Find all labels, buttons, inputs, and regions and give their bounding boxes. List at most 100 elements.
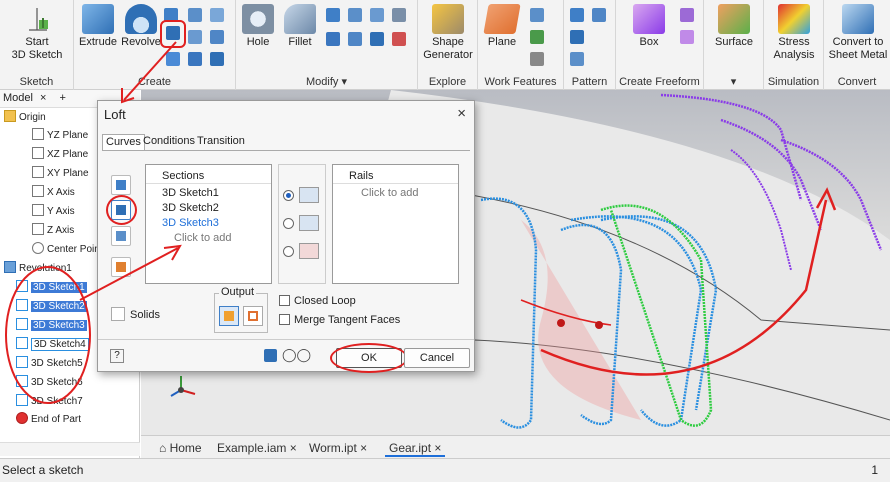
selection-type-point-button[interactable]: [111, 257, 131, 277]
solids-selector-icon[interactable]: [111, 307, 125, 321]
shape-generator-button[interactable]: Shape Generator: [420, 4, 476, 62]
rib-icon[interactable]: [188, 8, 202, 22]
tree-node-3d-sketch5[interactable]: 3D Sketch5: [16, 356, 83, 372]
section-item-1[interactable]: 3D Sketch1: [162, 187, 219, 199]
freeform-face-icon[interactable]: [680, 8, 694, 22]
tree-node-y-axis[interactable]: Y Axis: [32, 204, 75, 220]
fillet-button[interactable]: Fillet: [280, 4, 320, 49]
import-icon[interactable]: [210, 8, 224, 22]
tree-node-x-axis[interactable]: X Axis: [32, 185, 75, 201]
point-icon[interactable]: [530, 30, 544, 44]
tree-node-z-axis[interactable]: Z Axis: [32, 223, 74, 239]
mode-radio-rails[interactable]: [283, 190, 294, 201]
close-icon[interactable]: ×: [360, 441, 367, 455]
closed-loop-checkbox[interactable]: [279, 295, 290, 306]
plane-button[interactable]: Plane: [482, 4, 522, 49]
sections-list[interactable]: Sections 3D Sketch1 3D Sketch2 3D Sketch…: [145, 164, 272, 284]
extrude-label: Extrude: [79, 36, 117, 48]
tab-curves[interactable]: Curves: [102, 134, 145, 150]
surface-button[interactable]: Surface: [708, 4, 760, 49]
glasses-icon[interactable]: ◯◯: [282, 347, 311, 363]
group-label-modify[interactable]: Modify ▾: [236, 75, 417, 88]
tab-transition[interactable]: Transition: [194, 134, 248, 150]
tree-node-3d-sketch3[interactable]: 3D Sketch3: [16, 318, 87, 334]
loft-icon[interactable]: [166, 26, 180, 40]
split-icon[interactable]: [370, 8, 384, 22]
decal-icon[interactable]: [210, 52, 224, 66]
convert-sheet-metal-button[interactable]: Convert to Sheet Metal: [826, 4, 890, 62]
close-icon[interactable]: ×: [457, 105, 466, 122]
tree-node-3d-sketch7[interactable]: 3D Sketch7: [16, 394, 83, 410]
output-solid-button[interactable]: [219, 306, 239, 326]
output-surface-button[interactable]: [243, 306, 263, 326]
preview-checkbox[interactable]: [264, 349, 277, 362]
mode-radio-area-loft[interactable]: [283, 246, 294, 257]
rectangular-pattern-icon[interactable]: [570, 8, 584, 22]
section-item-2[interactable]: 3D Sketch2: [162, 202, 219, 214]
thread-icon[interactable]: [348, 32, 362, 46]
shape-generator-icon: [432, 4, 464, 34]
delete-face-icon[interactable]: [392, 32, 406, 46]
tab-worm-ipt[interactable]: Worm.ipt ×: [305, 439, 371, 457]
section-item-3[interactable]: 3D Sketch3: [162, 217, 219, 229]
group-label-surface[interactable]: ▾: [704, 75, 763, 88]
sketch-pattern-icon[interactable]: [570, 52, 584, 66]
tree-node-end-of-part[interactable]: End of Part: [16, 412, 81, 428]
tree-node-3d-sketch6[interactable]: 3D Sketch6: [16, 375, 83, 391]
box-button[interactable]: Box: [624, 4, 674, 49]
rail-point-1: [557, 319, 565, 327]
tree-node-3d-sketch4[interactable]: 3D Sketch4: [16, 337, 89, 353]
emboss-icon[interactable]: [188, 30, 202, 44]
tab-example-iam[interactable]: Example.iam ×: [213, 439, 301, 457]
tree-node-xy-plane[interactable]: XY Plane: [32, 166, 89, 182]
browser-scrollbar[interactable]: [0, 442, 140, 456]
move-face-icon[interactable]: [392, 8, 406, 22]
tree-node-yz-plane[interactable]: YZ Plane: [32, 128, 88, 144]
stress-analysis-button[interactable]: Stress Analysis: [766, 4, 822, 62]
draft-icon[interactable]: [326, 32, 340, 46]
start-3d-sketch-button[interactable]: Start 3D Sketch: [4, 4, 70, 62]
axis-icon[interactable]: [530, 8, 544, 22]
hole-button[interactable]: Hole: [240, 4, 276, 49]
model-tab[interactable]: Model: [3, 92, 33, 104]
add-icon[interactable]: +: [60, 92, 66, 104]
close-icon[interactable]: ×: [290, 441, 297, 455]
circular-pattern-icon[interactable]: [570, 30, 584, 44]
unwrap-icon[interactable]: [210, 30, 224, 44]
revolve-button[interactable]: Revolve: [120, 4, 162, 49]
tab-conditions[interactable]: Conditions: [140, 134, 198, 150]
derive-icon[interactable]: [188, 52, 202, 66]
coil-icon[interactable]: [166, 52, 180, 66]
close-icon[interactable]: ×: [40, 92, 46, 104]
shell-icon[interactable]: [348, 8, 362, 22]
cancel-button[interactable]: Cancel: [404, 348, 470, 368]
sections-click-to-add[interactable]: Click to add: [174, 232, 231, 244]
tree-node-center-point[interactable]: Center Point: [32, 242, 103, 258]
axis-icon: [32, 204, 44, 216]
selection-type-curve-button[interactable]: [111, 175, 131, 195]
group-label-work-features: Work Features: [484, 76, 557, 88]
extrude-button[interactable]: Extrude: [78, 4, 118, 49]
plane-icon: [32, 166, 44, 178]
close-icon[interactable]: ×: [434, 441, 441, 455]
tree-node-xz-plane[interactable]: XZ Plane: [32, 147, 88, 163]
mode-radio-center-line[interactable]: [283, 218, 294, 229]
rails-click-to-add[interactable]: Click to add: [361, 187, 418, 199]
tree-node-revolution1[interactable]: Revolution1: [4, 261, 72, 277]
ucs-icon[interactable]: [530, 52, 544, 66]
merge-tangent-faces-checkbox[interactable]: [279, 314, 290, 325]
tree-node-origin[interactable]: Origin: [4, 110, 46, 126]
tab-home[interactable]: ⌂ Home: [155, 439, 206, 457]
selection-type-rail-button[interactable]: [111, 226, 131, 246]
group-label-sketch: Sketch: [19, 76, 54, 88]
tab-gear-ipt[interactable]: Gear.ipt ×: [385, 439, 446, 457]
combine-icon[interactable]: [370, 32, 384, 46]
mirror-icon[interactable]: [592, 8, 606, 22]
help-button[interactable]: ?: [110, 349, 124, 363]
tree-node-3d-sketch2[interactable]: 3D Sketch2: [16, 299, 87, 315]
tree-node-3d-sketch1[interactable]: 3D Sketch1: [16, 280, 87, 296]
chamfer-icon[interactable]: [326, 8, 340, 22]
rails-list[interactable]: Rails Click to add: [332, 164, 459, 284]
freeform-convert-icon[interactable]: [680, 30, 694, 44]
solids-label: Solids: [130, 309, 160, 321]
